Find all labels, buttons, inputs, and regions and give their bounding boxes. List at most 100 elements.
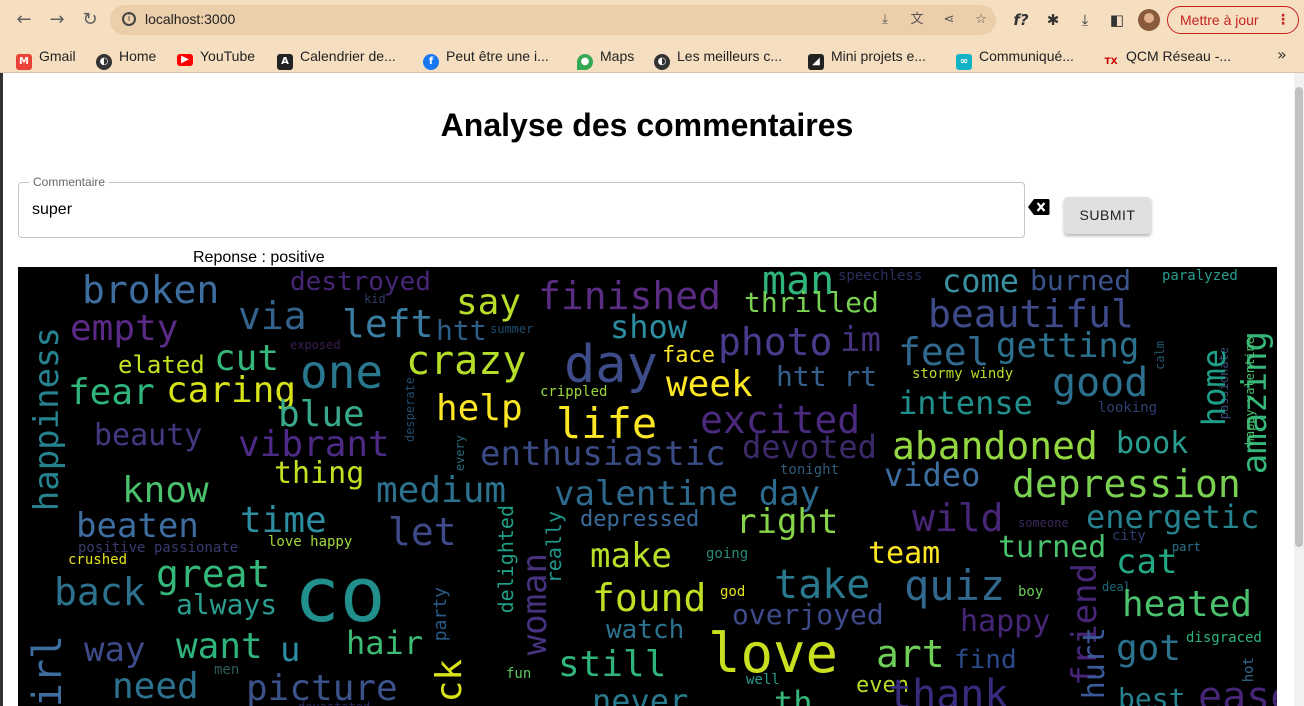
word-cloud-word: one bbox=[300, 345, 384, 399]
install-icon[interactable]: ⤓ bbox=[876, 11, 894, 29]
word-cloud-word: htt rt bbox=[776, 360, 878, 393]
word-cloud-word: crazy bbox=[406, 338, 527, 384]
bookmark-meilleurs[interactable]: ◐ Les meilleurs c... bbox=[654, 46, 782, 70]
gmail-icon: M bbox=[16, 54, 32, 70]
youtube-icon: ▶ bbox=[177, 54, 193, 66]
bookmark-facebook[interactable]: f Peut être une i... bbox=[423, 46, 549, 70]
comment-field[interactable]: Commentaire bbox=[18, 175, 1025, 238]
bookmark-home[interactable]: ◐ Home bbox=[96, 46, 156, 70]
word-cloud-word: happy bbox=[960, 604, 1051, 639]
side-panel-icon[interactable]: ◧ bbox=[1106, 9, 1128, 31]
bookmark-label: Communiqué... bbox=[979, 48, 1074, 64]
profile-avatar[interactable] bbox=[1138, 9, 1160, 31]
word-cloud-image: broken destroyed man speechless come burned pa… bbox=[18, 267, 1277, 706]
word-cloud-word: got bbox=[1116, 628, 1182, 669]
globe-icon: ◐ bbox=[654, 54, 670, 70]
back-icon[interactable]: ← bbox=[12, 8, 36, 32]
update-label: Mettre à jour bbox=[1180, 12, 1259, 28]
word-cloud-word: calm bbox=[1153, 341, 1167, 370]
forward-icon[interactable]: → bbox=[45, 8, 69, 32]
word-cloud-word: woman bbox=[515, 553, 555, 656]
bookmark-gmail[interactable]: M Gmail bbox=[16, 46, 76, 70]
word-cloud-word: co bbox=[294, 550, 386, 639]
word-cloud-word: burned bbox=[1030, 267, 1132, 297]
download-icon[interactable]: ⤓ bbox=[1074, 9, 1096, 31]
word-cloud-word: way bbox=[84, 630, 146, 670]
word-cloud-word: happy valentine bbox=[1243, 337, 1257, 446]
browser-toolbar: ← → ↻ i localhost:3000 ⤓ 文 ⋖ ☆ f? ✱ ⤓ ◧ … bbox=[0, 0, 1304, 40]
word-cloud-word: find bbox=[954, 645, 1017, 675]
scrollbar[interactable] bbox=[1294, 73, 1304, 706]
bookmark-mini-projets[interactable]: ◢ Mini projets e... bbox=[808, 46, 926, 70]
word-cloud-word: book bbox=[1116, 426, 1189, 461]
submit-button[interactable]: SUBMIT bbox=[1064, 197, 1151, 234]
word-cloud-word: men bbox=[214, 662, 240, 678]
comment-field-label: Commentaire bbox=[29, 175, 110, 189]
response-text: Reponse : positive bbox=[193, 249, 325, 266]
word-cloud-word: every bbox=[453, 435, 467, 472]
word-cloud-word: stormy windy bbox=[912, 366, 1014, 382]
share-icon[interactable]: ⋖ bbox=[940, 11, 958, 29]
word-cloud-word: good bbox=[1052, 360, 1149, 406]
word-cloud-word: fun bbox=[506, 666, 532, 682]
backspace-clear-icon[interactable] bbox=[1028, 198, 1050, 216]
bookmark-calendrier[interactable]: A Calendrier de... bbox=[277, 46, 396, 70]
bookmark-label: Maps bbox=[600, 48, 635, 64]
bookmark-label: Calendrier de... bbox=[300, 48, 396, 64]
scrollbar-thumb[interactable] bbox=[1295, 87, 1303, 547]
maps-pin-icon: ● bbox=[577, 54, 593, 70]
word-cloud-word: destroyed bbox=[290, 267, 431, 297]
word-cloud-word: disgraced bbox=[1186, 630, 1262, 646]
word-cloud-word: thing bbox=[274, 456, 365, 491]
word-cloud-word: desperate bbox=[403, 377, 417, 443]
word-cloud-word: happiness bbox=[27, 327, 67, 512]
word-cloud-word: let bbox=[388, 510, 457, 554]
word-cloud-word: art bbox=[876, 632, 945, 676]
qcm-icon: TX bbox=[1103, 54, 1119, 70]
word-cloud-word: devastated bbox=[298, 701, 370, 706]
page-title: Analyse des commentaires bbox=[440, 107, 854, 143]
word-cloud-word: thrilled bbox=[744, 286, 879, 319]
more-menu-icon: ⋮ bbox=[1276, 12, 1290, 28]
bookmark-qcm[interactable]: TX QCM Réseau -... bbox=[1103, 46, 1232, 70]
update-button[interactable]: Mettre à jour ⋮ bbox=[1167, 6, 1299, 34]
bookmark-maps[interactable]: ● Maps bbox=[577, 46, 635, 70]
word-cloud-word: hair bbox=[346, 624, 424, 662]
word-cloud-word: fear bbox=[68, 372, 155, 413]
formula-extension-icon[interactable]: f? bbox=[1010, 9, 1032, 31]
word-cloud-word: best bbox=[1118, 682, 1186, 706]
word-cloud-word: devoted bbox=[742, 428, 877, 466]
translate-icon[interactable]: 文 bbox=[908, 11, 926, 29]
bookmark-star-icon[interactable]: ☆ bbox=[972, 11, 990, 29]
address-bar[interactable]: i localhost:3000 ⤓ 文 ⋖ ☆ bbox=[110, 5, 996, 35]
reload-icon[interactable]: ↻ bbox=[78, 8, 102, 32]
word-cloud-word: ease bbox=[1198, 674, 1277, 706]
bookmark-communique[interactable]: ∞ Communiqué... bbox=[956, 46, 1074, 70]
bookmark-youtube[interactable]: ▶ YouTube bbox=[177, 46, 255, 66]
bookmark-label: Mini projets e... bbox=[831, 48, 926, 64]
site-info-icon[interactable]: i bbox=[122, 12, 136, 26]
word-cloud-word: u bbox=[280, 630, 301, 670]
bookmark-label: QCM Réseau -... bbox=[1126, 48, 1232, 64]
word-cloud-word: never bbox=[592, 682, 689, 706]
word-cloud-word: home bbox=[1195, 349, 1233, 427]
word-cloud-word: looking bbox=[1098, 400, 1158, 416]
word-cloud-word: turned bbox=[998, 530, 1107, 565]
url-text[interactable]: localhost:3000 bbox=[145, 11, 235, 27]
word-cloud-word: watch bbox=[606, 615, 685, 645]
word-cloud-word: via bbox=[238, 294, 307, 338]
word-cloud-word: beaten bbox=[76, 506, 199, 546]
word-cloud-word: wild bbox=[912, 496, 1004, 540]
word-cloud-word: caring bbox=[166, 370, 297, 411]
word-cloud-word: beauty bbox=[94, 418, 203, 453]
word-cloud-word: someone bbox=[1018, 516, 1069, 530]
word-cloud-word: speechless bbox=[838, 268, 923, 284]
word-cloud-word: video bbox=[884, 456, 981, 494]
comment-input[interactable] bbox=[32, 201, 982, 219]
word-cloud-word: know bbox=[122, 470, 209, 511]
word-cloud-word: depressed bbox=[580, 507, 700, 532]
word-cloud-word: crippled bbox=[540, 384, 608, 400]
word-cloud-word: want bbox=[176, 626, 263, 667]
extensions-puzzle-icon[interactable]: ✱ bbox=[1042, 9, 1064, 31]
more-bookmarks-icon[interactable]: » bbox=[1277, 45, 1287, 64]
